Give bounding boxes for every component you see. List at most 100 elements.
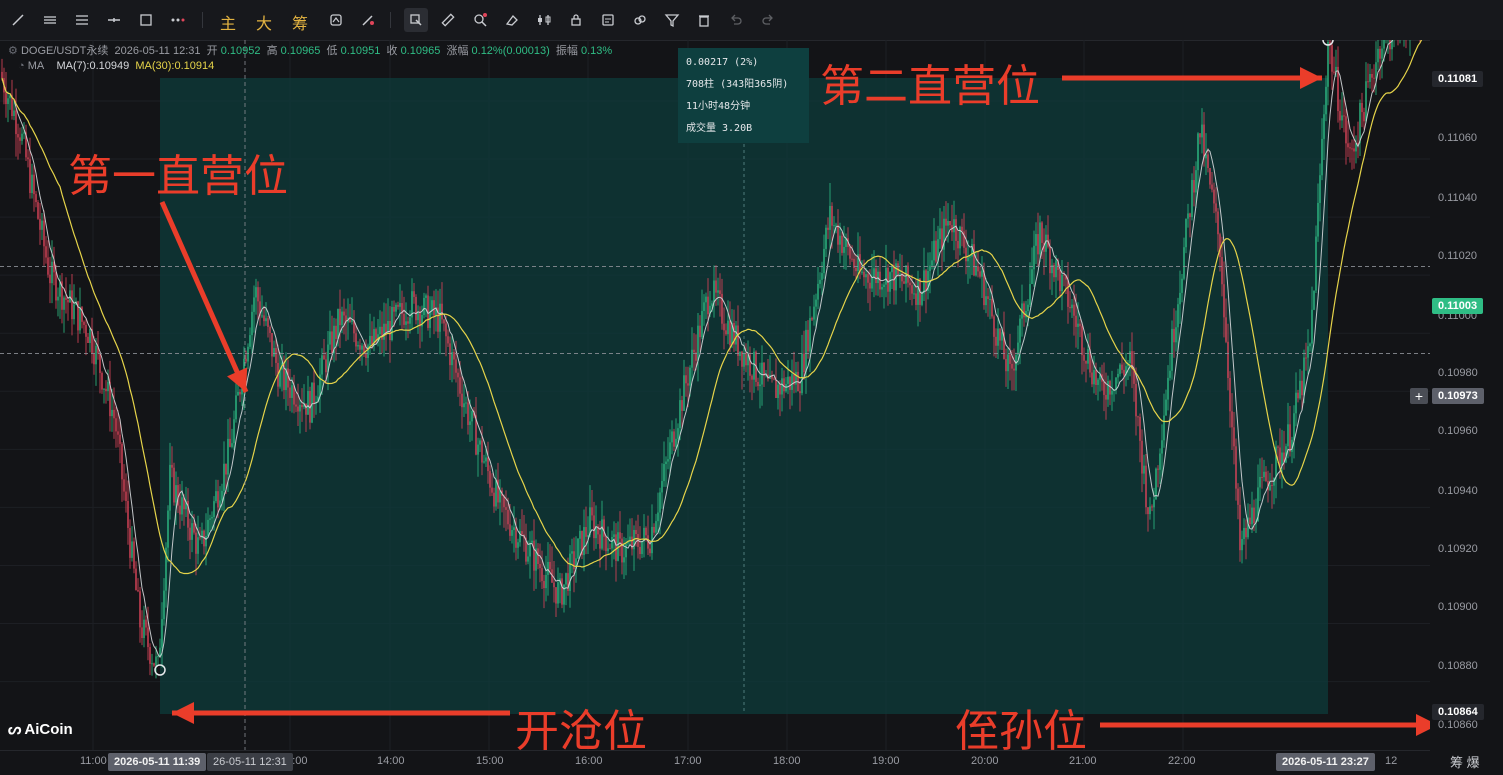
- filter-icon[interactable]: [660, 8, 684, 32]
- candle-body: [1071, 304, 1073, 309]
- time-axis[interactable]: 11:00 13:00 14:00 15:00 16:00 17:00 18:0…: [0, 750, 1430, 775]
- chip-distribution-button[interactable]: 筹: [292, 10, 308, 34]
- candle-body: [419, 311, 421, 327]
- add-alert-icon[interactable]: +: [1410, 388, 1428, 404]
- more-tools-icon[interactable]: [166, 8, 190, 32]
- candle-body: [995, 336, 997, 346]
- candle-body: [1055, 260, 1057, 278]
- candle-body: [1193, 180, 1195, 193]
- bottom-right-tools[interactable]: 筹 爆: [1450, 752, 1480, 771]
- candle-body: [227, 438, 229, 475]
- candle-body: [67, 299, 69, 303]
- candle-body: [591, 507, 593, 516]
- candle-body: [1121, 364, 1123, 370]
- large-order-button[interactable]: 大: [256, 10, 272, 34]
- candle-body: [143, 619, 145, 639]
- price-tag-high: 0.11081: [1432, 71, 1484, 87]
- compare-icon[interactable]: [532, 8, 556, 32]
- ruler-icon[interactable]: [436, 8, 460, 32]
- candle-body: [141, 627, 143, 639]
- candle-body: [477, 444, 479, 455]
- link-icon[interactable]: [628, 8, 652, 32]
- trend-line-icon[interactable]: [6, 8, 30, 32]
- candle-body: [819, 279, 821, 284]
- candle-body: [23, 132, 25, 134]
- candle-body: [121, 443, 123, 480]
- candle-body: [95, 345, 97, 365]
- lock-icon[interactable]: [564, 8, 588, 32]
- candle-body: [1129, 351, 1131, 363]
- candle-body: [221, 490, 223, 501]
- ma-indicator-label[interactable]: MA: [28, 60, 45, 72]
- candle-body: [717, 290, 719, 293]
- high-value: 0.10965: [280, 45, 321, 57]
- time-tick: 19:00: [872, 755, 900, 767]
- candle-body: [1097, 379, 1099, 385]
- horizontal-line-icon[interactable]: [102, 8, 126, 32]
- candle-body: [787, 376, 789, 384]
- candle-body: [379, 326, 381, 335]
- candle-body: [145, 619, 147, 628]
- undo-icon[interactable]: [724, 8, 748, 32]
- candle-body: [291, 385, 293, 398]
- candle-body: [459, 377, 461, 394]
- candle-body: [237, 391, 239, 396]
- candle-body: [265, 318, 267, 322]
- candle-body: [367, 345, 369, 358]
- candle-body: [715, 280, 717, 293]
- candle-body: [1201, 124, 1203, 138]
- candle-body: [249, 335, 251, 347]
- candle-body: [583, 527, 585, 556]
- candle-body: [763, 362, 765, 376]
- candle-body: [311, 382, 313, 423]
- candle-body: [969, 256, 971, 258]
- candle-body: [579, 530, 581, 539]
- candle-body: [151, 663, 153, 665]
- candle-body: [65, 297, 67, 300]
- candle-body: [779, 384, 781, 395]
- save-template-icon[interactable]: [596, 8, 620, 32]
- horizontal-ray-icon[interactable]: [38, 8, 62, 32]
- candle-body: [949, 220, 951, 226]
- candle-body: [613, 534, 615, 537]
- candle-body: [1033, 245, 1035, 270]
- candle-body: [225, 463, 227, 475]
- candle-body: [119, 434, 121, 444]
- magnet-icon[interactable]: [324, 8, 348, 32]
- select-icon[interactable]: [404, 8, 428, 32]
- eraser-icon[interactable]: [500, 8, 524, 32]
- candle-body: [157, 656, 159, 658]
- drawing-toolbar: 主 大 筹: [0, 0, 1503, 41]
- candle-body: [1219, 234, 1221, 258]
- redo-icon[interactable]: [756, 8, 780, 32]
- candle-body: [1377, 48, 1379, 63]
- delete-icon[interactable]: [692, 8, 716, 32]
- candle-body: [123, 479, 125, 492]
- settings-icon[interactable]: ⚙: [8, 45, 18, 57]
- candle-body: [871, 276, 873, 289]
- ma-legend: ◔ MA MA(7):0.10949 MA(30):0.10914: [18, 60, 214, 72]
- main-indicator-button[interactable]: 主: [220, 10, 236, 34]
- candle-body: [565, 573, 567, 585]
- candle-body: [1215, 203, 1217, 212]
- zoom-alert-icon[interactable]: [468, 8, 492, 32]
- price-tick: 0.10940: [1438, 485, 1478, 497]
- candle-body: [571, 551, 573, 554]
- candle-body: [593, 515, 595, 539]
- aicoin-logo: ᔕ AiCoin: [8, 720, 73, 739]
- bell-icon[interactable]: ◔: [18, 60, 25, 72]
- candle-body: [441, 303, 443, 320]
- candle-body: [1371, 73, 1373, 78]
- candle-body: [975, 266, 977, 276]
- candle-body: [881, 287, 883, 290]
- candle-body: [211, 516, 213, 519]
- symbol-label[interactable]: DOGE/USDT永续: [21, 45, 108, 57]
- toolbar-divider: [390, 12, 391, 28]
- brush-icon[interactable]: [356, 8, 380, 32]
- candle-body: [1093, 370, 1095, 385]
- candle-body: [885, 267, 887, 285]
- candle-body: [1179, 292, 1181, 305]
- rectangle-icon[interactable]: [134, 8, 158, 32]
- price-axis[interactable]: 0.11060 0.11040 0.11020 0.11000 0.10980 …: [1430, 40, 1503, 750]
- parallel-channel-icon[interactable]: [70, 8, 94, 32]
